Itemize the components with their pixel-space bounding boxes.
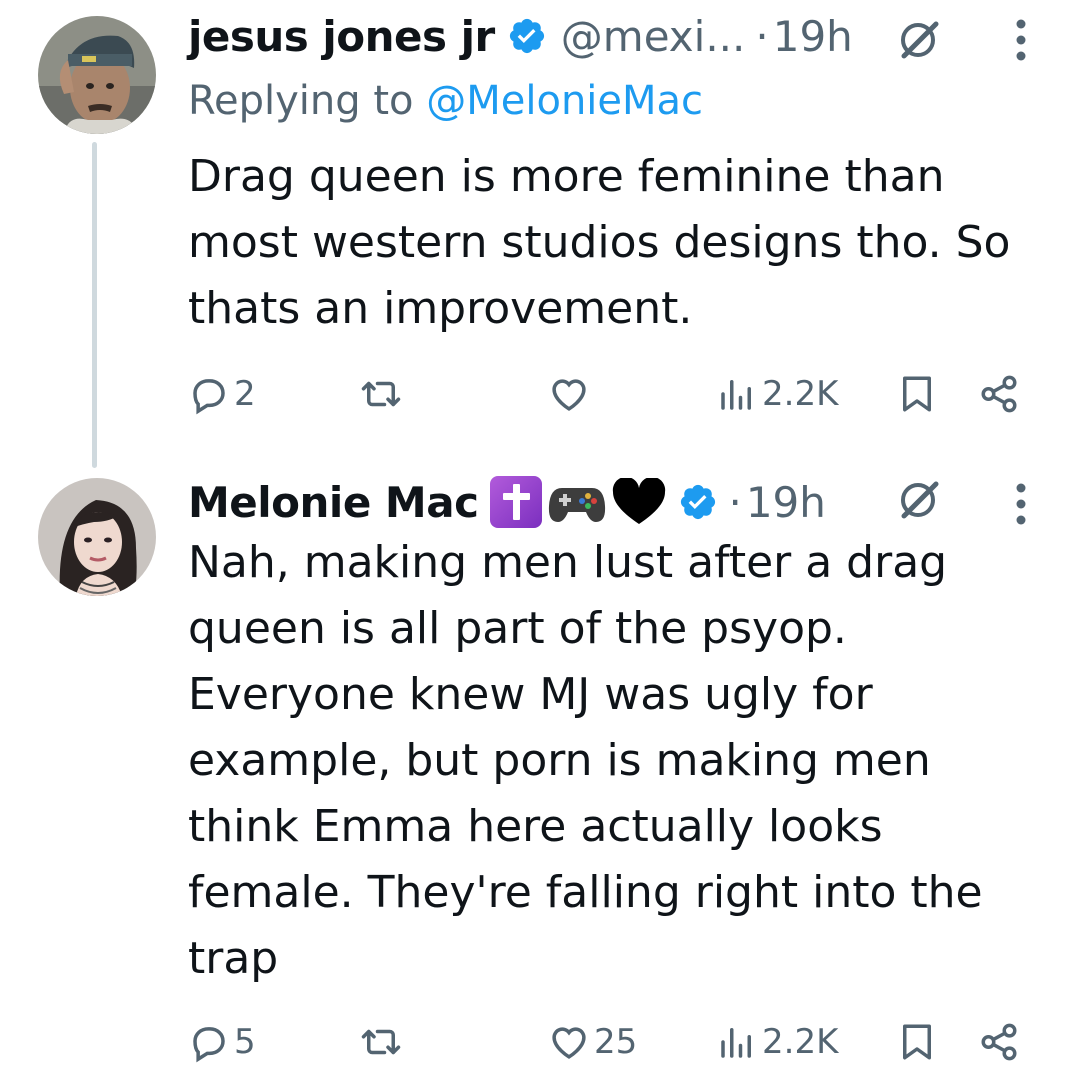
reply-button[interactable]: 2 — [188, 364, 256, 424]
latin-cross-emoji — [490, 476, 543, 528]
tweet-header: Melonie Mac · 19h — [188, 476, 826, 528]
view-count: 2.2K — [762, 374, 839, 414]
retweet-button[interactable] — [360, 1012, 406, 1072]
more-icon[interactable] — [1014, 18, 1028, 62]
tweet-text-line: thats an improvement. — [188, 283, 693, 334]
view-count: 2.2K — [762, 1022, 839, 1062]
avatar-image — [38, 478, 156, 596]
share-icon — [981, 375, 1017, 413]
bookmark-button[interactable] — [896, 364, 938, 424]
grok-icon[interactable] — [896, 476, 942, 522]
views-icon — [721, 1028, 751, 1058]
avatar[interactable] — [38, 478, 156, 596]
tweet[interactable]: jesus jones jr @mexi... · 19h Replying t… — [0, 0, 1080, 470]
bookmark-button[interactable] — [896, 1012, 938, 1072]
tweet-text-line: Drag queen is more feminine than — [188, 151, 945, 202]
retweet-icon — [361, 381, 401, 407]
avatar-image — [38, 16, 156, 134]
black-heart-emoji — [613, 478, 666, 524]
like-button[interactable]: 25 — [548, 1012, 637, 1072]
verified-badge-icon[interactable] — [507, 16, 547, 56]
more-icon[interactable] — [1014, 482, 1028, 526]
reply-button[interactable]: 5 — [188, 1012, 256, 1072]
views-button[interactable]: 2.2K — [716, 364, 838, 424]
like-count: 25 — [594, 1022, 638, 1062]
tweet-text: Drag queen is more feminine than most we… — [188, 144, 1010, 342]
bookmark-icon — [903, 1024, 931, 1060]
author-name[interactable]: Melonie Mac — [188, 478, 479, 527]
timestamp[interactable]: 19h — [773, 12, 853, 61]
bookmark-icon — [903, 376, 931, 412]
views-button[interactable]: 2.2K — [716, 1012, 838, 1072]
reply-count: 2 — [234, 374, 256, 414]
author-handle[interactable]: @mexi... — [561, 12, 746, 61]
like-icon — [552, 1027, 586, 1059]
retweet-icon — [361, 1029, 401, 1055]
avatar[interactable] — [38, 16, 156, 134]
tweet-header: jesus jones jr @mexi... · 19h — [188, 10, 853, 62]
action-bar: 2 2.2K — [0, 364, 1080, 424]
author-name[interactable]: jesus jones jr — [188, 12, 495, 61]
separator-dot: · — [728, 477, 742, 527]
reply-mention-link[interactable]: @MelonieMac — [426, 78, 703, 124]
timestamp[interactable]: 19h — [746, 478, 826, 527]
action-bar: 5 25 2.2K — [0, 1012, 1080, 1072]
tweet-text-line: trap — [188, 933, 279, 984]
tweet[interactable]: Melonie Mac · 19h Nah, making men lust a… — [0, 470, 1080, 1092]
grok-icon[interactable] — [896, 16, 942, 62]
retweet-button[interactable] — [360, 364, 406, 424]
share-button[interactable] — [978, 364, 1020, 424]
video-game-emoji — [549, 488, 606, 522]
share-button[interactable] — [978, 1012, 1020, 1072]
like-button[interactable] — [548, 364, 594, 424]
like-icon — [552, 379, 586, 411]
verified-badge-icon[interactable] — [678, 482, 718, 522]
replying-to-label: Replying to — [188, 78, 427, 124]
views-icon — [721, 380, 751, 410]
reply-count: 5 — [234, 1022, 256, 1062]
reply-icon — [193, 379, 225, 415]
tweet-text-line: Everyone knew MJ was ugly for — [188, 669, 873, 720]
tweet-text-line: Nah, making men lust after a drag — [188, 537, 948, 588]
tweet-text: Nah, making men lust after a drag queen … — [188, 530, 983, 992]
tweet-text-line: example, but porn is making men — [188, 735, 931, 786]
tweet-text-line: female. They're falling right into the — [188, 867, 983, 918]
replying-to: Replying to @MelonieMac — [188, 78, 703, 124]
tweet-text-line: think Emma here actually looks — [188, 801, 883, 852]
tweet-text-line: queen is all part of the psyop. — [188, 603, 847, 654]
tweet-text-line: most western studios designs tho. So — [188, 217, 1011, 268]
separator-dot: · — [755, 11, 769, 61]
reply-icon — [193, 1027, 225, 1063]
share-icon — [981, 1023, 1017, 1061]
